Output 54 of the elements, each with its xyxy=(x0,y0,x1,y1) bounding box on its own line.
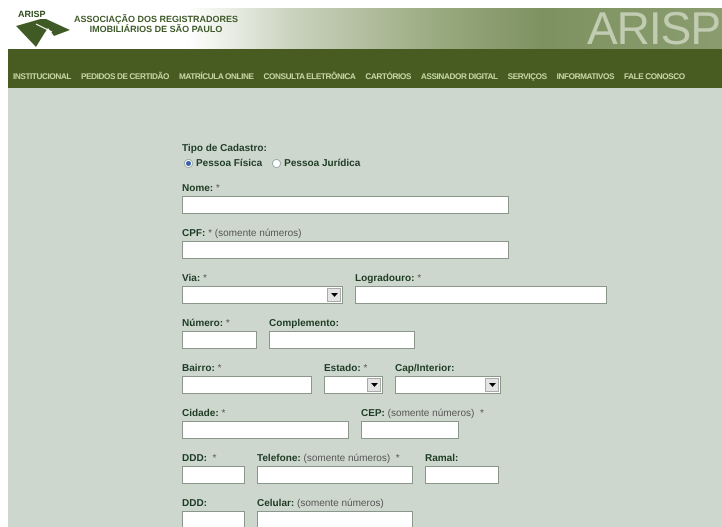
select-field[interactable] xyxy=(395,376,501,394)
field-label: DDD:* xyxy=(182,453,218,464)
select-field[interactable] xyxy=(182,286,343,304)
input-field[interactable] xyxy=(182,196,509,214)
input-field[interactable] xyxy=(182,376,312,394)
logo-icon xyxy=(14,16,70,48)
field-label: Estado:* xyxy=(324,363,368,374)
input-field[interactable] xyxy=(182,511,245,527)
org-name: ASSOCIAÇÃO DOS REGISTRADORES xyxy=(74,14,238,24)
caret-icon xyxy=(330,293,338,297)
field-label: Ramal: xyxy=(425,453,460,464)
field-label: Celular: (somente números) xyxy=(257,498,385,509)
field-label: Via:* xyxy=(182,273,208,284)
nav-link[interactable]: ASSINADOR DIGITAL xyxy=(420,72,498,81)
field-label: Cidade:* xyxy=(182,408,226,419)
input-field[interactable] xyxy=(182,421,349,439)
caret-icon xyxy=(488,383,496,387)
nav-link[interactable]: PEDIDOS DE CERTIDÃO xyxy=(81,72,169,81)
radio-option[interactable]: Pessoa Jurídica xyxy=(272,158,360,169)
input-field[interactable] xyxy=(269,331,415,349)
field-label: Número:* xyxy=(182,318,231,329)
field-label: Complemento: xyxy=(269,318,340,329)
field-label: CEP: (somente números) * xyxy=(361,408,484,419)
nav-link[interactable]: SERVIÇOS xyxy=(508,72,547,81)
nav-link[interactable]: INFORMATIVOS xyxy=(556,72,614,81)
input-field[interactable] xyxy=(355,286,607,304)
nav-link[interactable]: FALE CONOSCO xyxy=(624,72,685,81)
radio-option[interactable]: Pessoa Física xyxy=(184,158,262,169)
select-field[interactable] xyxy=(324,376,383,394)
input-field[interactable] xyxy=(182,331,257,349)
input-field[interactable] xyxy=(257,466,413,484)
input-field[interactable] xyxy=(425,466,499,484)
field-label: Cap/Interior: xyxy=(395,363,456,374)
field-label: Bairro:* xyxy=(182,363,222,374)
radio-button[interactable] xyxy=(184,159,193,168)
field-label: Tipo de Cadastro: xyxy=(182,143,268,154)
nav-link[interactable]: INSTITUCIONAL xyxy=(13,72,72,81)
field-label: DDD: xyxy=(182,498,208,509)
field-label: Logradouro:* xyxy=(355,273,422,284)
logo-text: ARISP xyxy=(18,9,46,19)
nav-link[interactable]: CARTÓRIOS xyxy=(365,72,411,81)
caret-icon xyxy=(370,383,378,387)
nav-link[interactable]: MATRÍCULA ONLINE xyxy=(178,72,254,81)
nav-link[interactable]: CONSULTA ELETRÔNICA xyxy=(264,72,356,81)
input-field[interactable] xyxy=(361,421,459,439)
radio-button[interactable] xyxy=(272,159,282,168)
input-field[interactable] xyxy=(182,466,245,484)
field-label: Nome:* xyxy=(182,183,221,194)
input-field[interactable] xyxy=(257,511,413,527)
field-label: Telefone: (somente números) * xyxy=(257,453,401,464)
banner-text: ARISP xyxy=(586,8,720,49)
input-field[interactable] xyxy=(182,241,509,259)
field-label: CPF:* (somente números) xyxy=(182,228,302,239)
org-name: IMOBILIÁRIOS DE SÃO PAULO xyxy=(90,24,222,34)
